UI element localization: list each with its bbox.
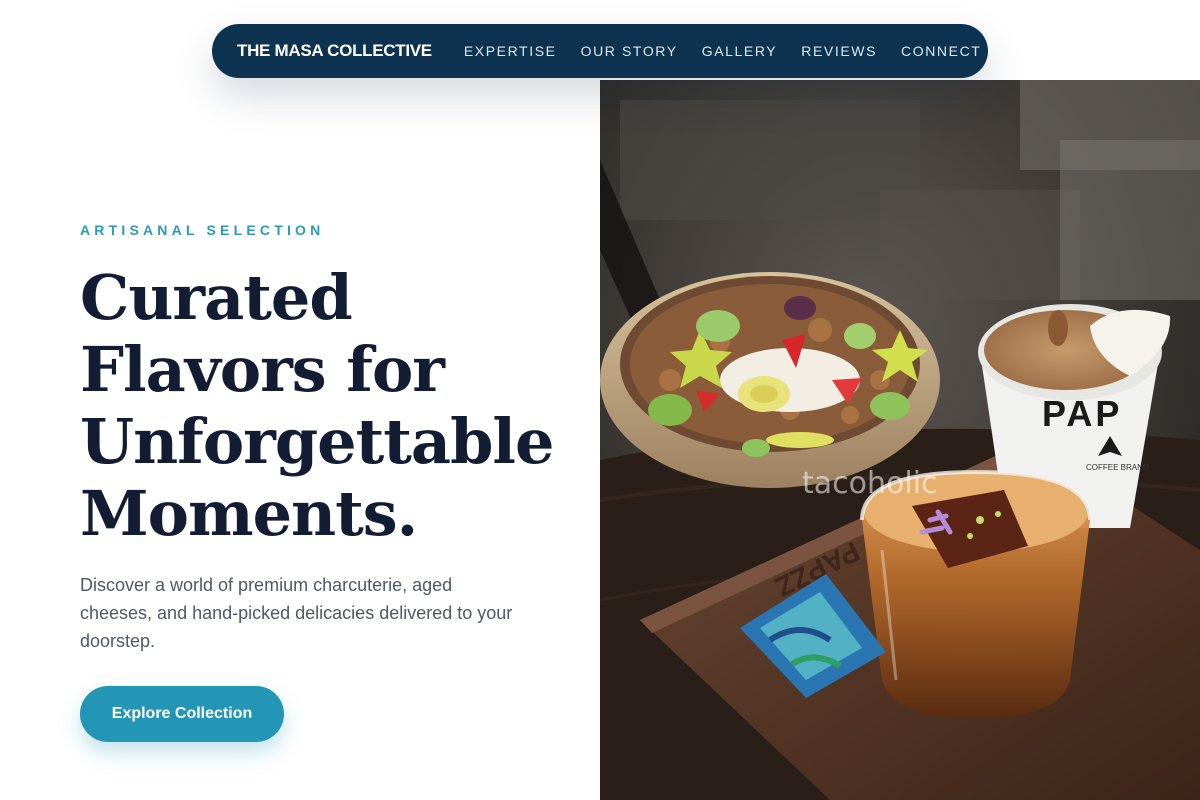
hero-eyebrow: ARTISANAL SELECTION bbox=[80, 222, 325, 238]
nav-links: EXPERTISE OUR STORY GALLERY REVIEWS CONN… bbox=[464, 43, 982, 59]
hero-subtext: Discover a world of premium charcuterie,… bbox=[80, 575, 513, 651]
food-illustration: PAPZZ PAP COFFEE BRAND bbox=[600, 80, 1200, 800]
photo-watermark: tacoholic bbox=[802, 466, 938, 501]
hero-text-section: ARTISANAL SELECTION Curated Flavors for … bbox=[80, 0, 580, 800]
nav-link-reviews[interactable]: REVIEWS bbox=[801, 43, 877, 59]
nav-link-our-story[interactable]: OUR STORY bbox=[581, 43, 678, 59]
hero-food-photo: PAPZZ PAP COFFEE BRAND tacoholic bbox=[600, 80, 1200, 800]
cup-small-print: COFFEE BRAND bbox=[1086, 463, 1149, 472]
nav-link-connect[interactable]: CONNECT bbox=[901, 43, 981, 59]
nav-link-gallery[interactable]: GALLERY bbox=[702, 43, 778, 59]
hero-headline: Curated Flavors for Unforgettable Moment… bbox=[80, 261, 554, 550]
brand-logo[interactable]: THE MASA COLLECTIVE bbox=[237, 41, 432, 61]
nav-link-expertise[interactable]: EXPERTISE bbox=[464, 43, 557, 59]
cup-print: PAP bbox=[1042, 393, 1122, 434]
top-navbar: THE MASA COLLECTIVE EXPERTISE OUR STORY … bbox=[212, 24, 988, 78]
explore-collection-button[interactable]: Explore Collection bbox=[80, 686, 284, 742]
